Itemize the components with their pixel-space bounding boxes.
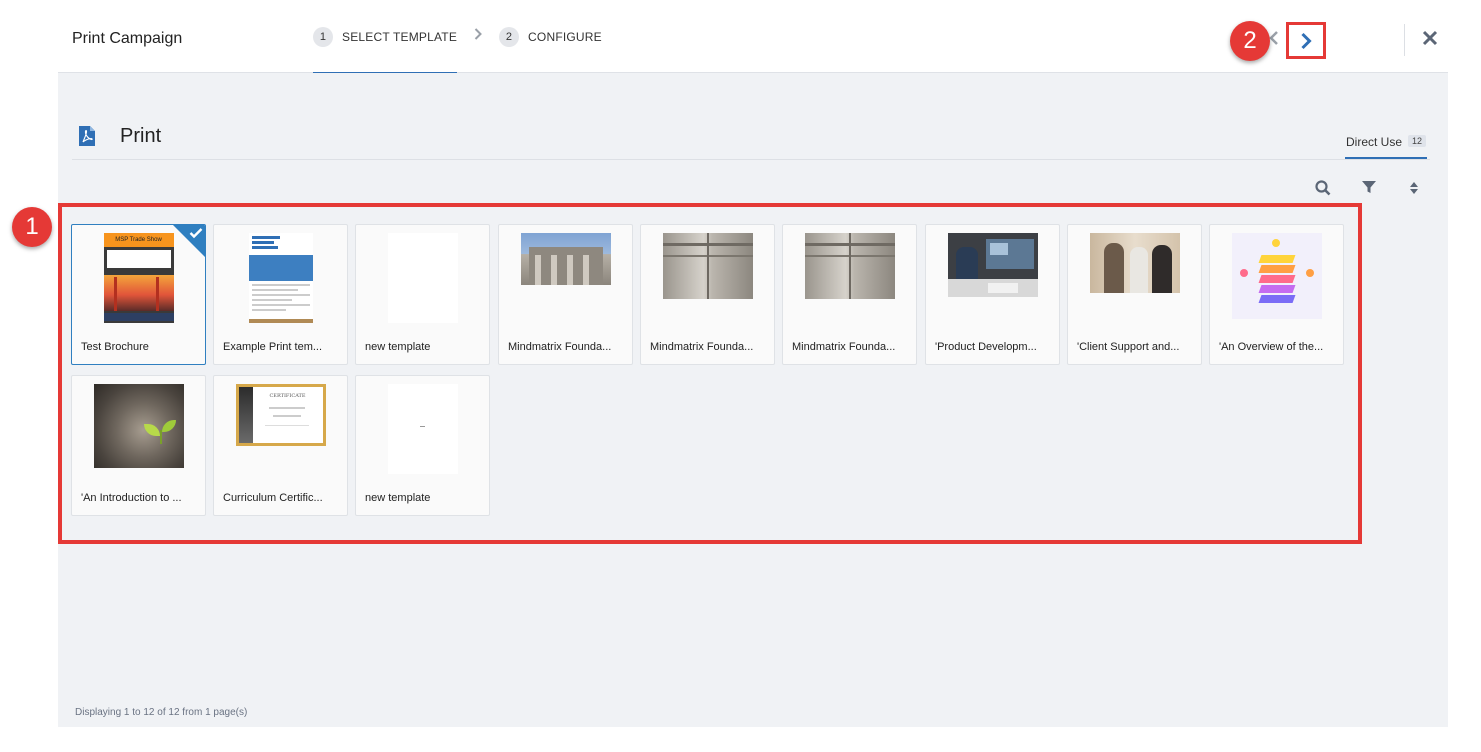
template-card[interactable]: 'Product Developm... xyxy=(925,224,1060,365)
template-name: Curriculum Certific... xyxy=(223,492,323,504)
pagination-status: Displaying 1 to 12 of 12 from 1 page(s) xyxy=(75,707,248,718)
template-card[interactable]: Mindmatrix Founda... xyxy=(498,224,633,365)
template-card[interactable]: 'An Overview of the... xyxy=(1209,224,1344,365)
tab-direct-use[interactable]: Direct Use 12 xyxy=(1345,131,1428,159)
template-card[interactable]: CERTIFICATE Curriculum Certific... xyxy=(213,375,348,516)
template-card[interactable]: 'An Introduction to ... xyxy=(71,375,206,516)
template-card[interactable]: new template xyxy=(355,224,490,365)
brochure-thumbnail: MSP Trade Show xyxy=(103,233,174,323)
close-button[interactable] xyxy=(1420,28,1440,48)
chevron-right-icon xyxy=(1301,32,1312,49)
blank-template-thumbnail xyxy=(387,384,458,474)
template-name: 'Client Support and... xyxy=(1077,341,1180,353)
section-title: Print xyxy=(120,125,162,147)
template-name: 'Product Developm... xyxy=(935,341,1037,353)
app-window: Print Campaign 1 SELECT TEMPLATE 2 CONFI… xyxy=(0,0,1481,752)
step-label: SELECT TEMPLATE xyxy=(342,29,458,44)
blank-template-thumbnail xyxy=(387,233,458,323)
office-screens-thumbnail xyxy=(947,233,1038,297)
handshake-thumbnail xyxy=(1089,233,1180,293)
template-name: Mindmatrix Founda... xyxy=(650,341,754,353)
template-card[interactable]: Example Print tem... xyxy=(213,224,348,365)
close-icon xyxy=(1422,30,1438,46)
pdf-file-icon xyxy=(78,125,96,147)
datasheet-thumbnail xyxy=(248,233,313,323)
tab-label: Direct Use xyxy=(1346,135,1403,149)
chevron-right-icon xyxy=(463,27,493,40)
layers-infographic-thumbnail xyxy=(1231,233,1322,319)
template-card[interactable]: Mindmatrix Founda... xyxy=(640,224,775,365)
main-content: Print Direct Use 12 MSP Trade Show Test … xyxy=(58,73,1448,727)
building-corner-thumbnail xyxy=(662,233,753,299)
search-button[interactable] xyxy=(1314,179,1332,199)
step-number: 1 xyxy=(313,26,333,47)
step-select-template[interactable]: 1 SELECT TEMPLATE xyxy=(313,0,458,74)
annotation-badge-2: 2 xyxy=(1230,21,1270,61)
building-corner-thumbnail xyxy=(804,233,895,299)
template-name: Mindmatrix Founda... xyxy=(508,341,612,353)
template-name: 'An Overview of the... xyxy=(1219,341,1324,353)
template-card[interactable]: 'Client Support and... xyxy=(1067,224,1202,365)
certificate-thumbnail: CERTIFICATE xyxy=(235,384,326,446)
checkmark-icon xyxy=(189,228,203,239)
template-name: Mindmatrix Founda... xyxy=(792,341,896,353)
filter-button[interactable] xyxy=(1361,179,1377,199)
step-label: CONFIGURE xyxy=(528,29,602,44)
brochure-banner: MSP Trade Show xyxy=(103,233,174,247)
template-name: 'An Introduction to ... xyxy=(81,492,182,504)
wizard-stepper: 1 SELECT TEMPLATE 2 CONFIGURE xyxy=(313,0,602,74)
certificate-heading: CERTIFICATE xyxy=(269,393,306,399)
template-name: new template xyxy=(365,492,431,504)
next-step-button[interactable] xyxy=(1286,22,1326,59)
header-divider xyxy=(1404,24,1405,56)
template-card[interactable]: Mindmatrix Founda... xyxy=(782,224,917,365)
sort-icon xyxy=(1410,182,1418,194)
section-divider xyxy=(72,159,1430,160)
template-card[interactable]: MSP Trade Show Test Brochure xyxy=(71,224,206,365)
search-icon xyxy=(1315,180,1331,196)
template-name: new template xyxy=(365,341,431,353)
annotation-badge-1: 1 xyxy=(12,207,52,247)
sort-button[interactable] xyxy=(1408,179,1420,199)
step-configure[interactable]: 2 CONFIGURE xyxy=(499,0,602,73)
sprout-stump-thumbnail xyxy=(93,384,184,468)
template-card[interactable]: new template xyxy=(355,375,490,516)
step-number: 2 xyxy=(499,26,520,47)
tab-count-badge: 12 xyxy=(1408,135,1427,147)
template-name: Test Brochure xyxy=(81,341,149,353)
campaign-title: Print Campaign xyxy=(72,30,183,47)
building-columns-thumbnail xyxy=(520,233,611,285)
filter-icon xyxy=(1362,181,1376,193)
template-name: Example Print tem... xyxy=(223,341,323,353)
